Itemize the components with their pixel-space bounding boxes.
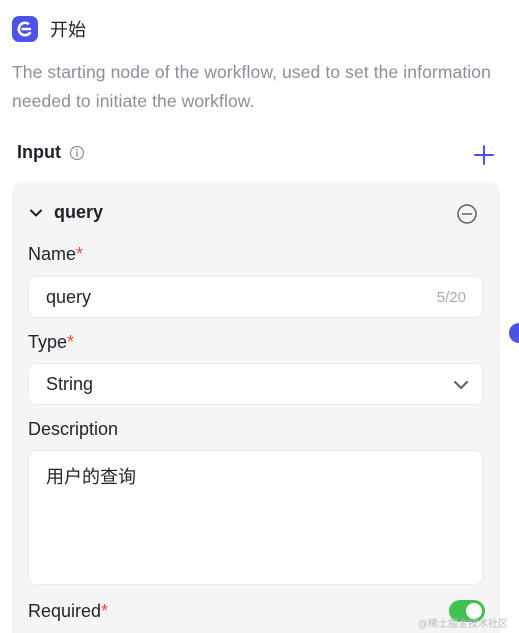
required-label-text: Required [28, 601, 102, 621]
remove-parameter-button[interactable] [456, 203, 478, 225]
type-select[interactable]: String [28, 363, 483, 405]
node-title: 开始 [50, 20, 86, 41]
description-field-label: Description [28, 419, 119, 439]
minus-circle-icon [457, 204, 477, 224]
chevron-down-icon [28, 205, 44, 221]
name-field[interactable]: query 5/20 [28, 276, 483, 318]
node-description: The starting node of the workflow, used … [12, 62, 491, 111]
name-char-counter: 5/20 [436, 289, 466, 306]
required-marker: * [101, 601, 109, 621]
add-input-button[interactable] [470, 141, 498, 169]
name-field-value[interactable]: query [46, 287, 91, 308]
name-field-label: Name* [28, 244, 83, 265]
info-icon[interactable] [69, 145, 85, 161]
plus-icon [474, 145, 494, 165]
required-marker: * [76, 244, 84, 264]
required-field-label: Required* [28, 601, 108, 622]
type-select-value: String [46, 374, 94, 394]
type-label-text: Type [28, 332, 68, 352]
description-textarea[interactable]: 用户的查询 [28, 450, 483, 585]
description-value[interactable]: 用户的查询 [46, 463, 136, 489]
type-field-label: Type* [28, 332, 74, 353]
output-port-handle[interactable] [509, 323, 519, 343]
input-label: Input [17, 142, 61, 162]
node-header: 开始 [12, 16, 86, 42]
chevron-down-icon [452, 376, 470, 394]
start-node-icon [12, 16, 38, 42]
input-section-header: Input [17, 142, 85, 163]
parameter-collapse-toggle[interactable]: query [28, 202, 103, 223]
watermark: @稀土掘金技术社区 [418, 619, 508, 630]
required-marker: * [67, 332, 75, 352]
name-label-text: Name [28, 244, 77, 264]
parameter-name-heading: query [54, 202, 104, 222]
